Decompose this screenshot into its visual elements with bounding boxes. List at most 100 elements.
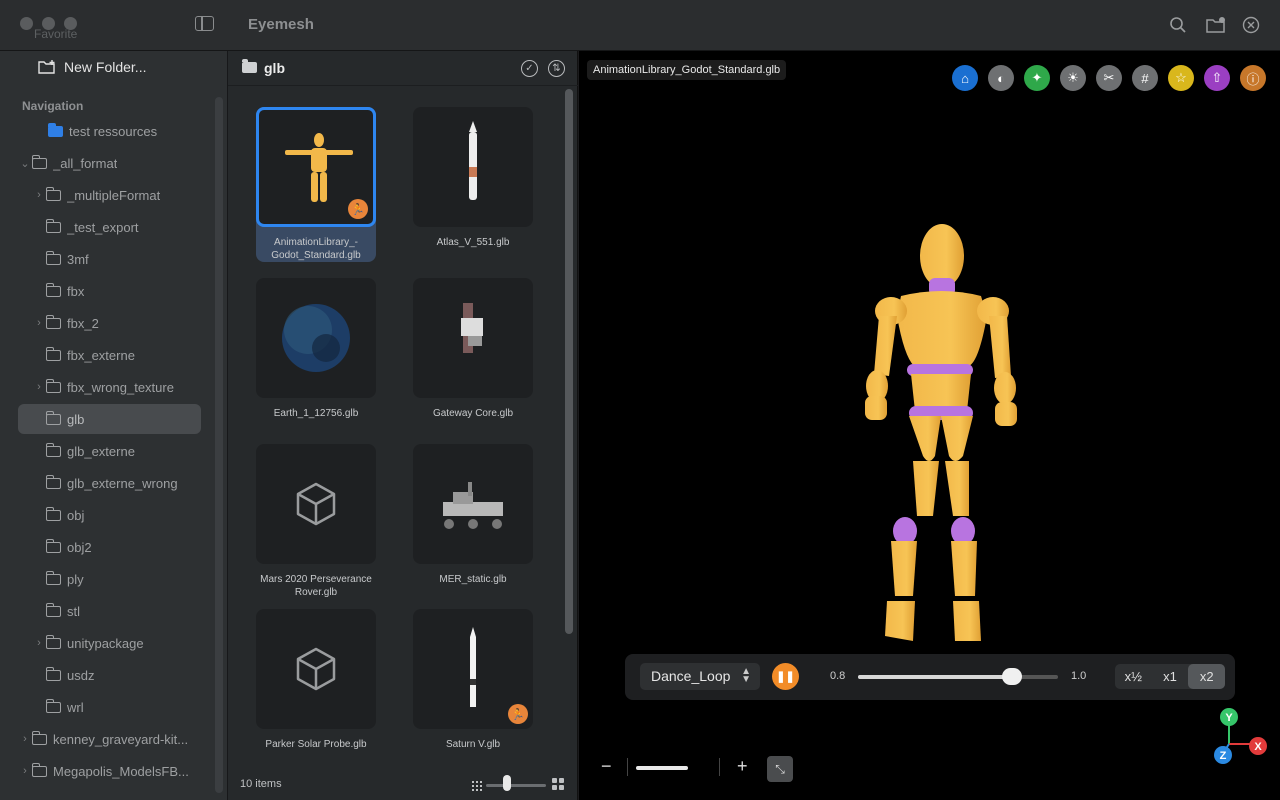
chevron-right-icon[interactable]: › xyxy=(32,317,46,329)
sidebar-item-stl[interactable]: stl xyxy=(18,596,201,626)
title-bar: Eyemesh xyxy=(0,0,1280,51)
animation-name: Dance_Loop xyxy=(651,668,731,684)
sidebar-item-obj2[interactable]: obj2 xyxy=(18,532,201,562)
sidebar-item-label: _multipleFormat xyxy=(67,187,161,203)
sidebar-item-ply[interactable]: ply xyxy=(18,564,201,594)
sidebar-item-fbx-externe[interactable]: fbx_externe xyxy=(18,340,201,370)
home-icon[interactable]: ⌂ xyxy=(952,65,978,91)
zoom-out-button[interactable]: − xyxy=(601,756,612,777)
sidebar-item-unitypackage[interactable]: › unitypackage xyxy=(18,628,201,658)
folder-icon xyxy=(46,538,61,553)
sidebar-item-usdz[interactable]: usdz xyxy=(18,660,201,690)
sidebar-toggle-icon[interactable] xyxy=(195,16,214,31)
folder-title: glb xyxy=(264,60,285,76)
pause-button[interactable]: ❚❚ xyxy=(772,663,799,690)
rate-button[interactable]: x1 xyxy=(1152,664,1189,689)
thumbnail-size-slider[interactable] xyxy=(486,784,546,787)
divider xyxy=(627,758,628,776)
file-name: Earth_1_12756.glb xyxy=(256,407,376,420)
sidebar-item-obj[interactable]: obj xyxy=(18,500,201,530)
speed-slider-fill xyxy=(858,675,1012,679)
sidebar-item--multipleformat[interactable]: › _multipleFormat xyxy=(18,180,201,210)
folder-icon xyxy=(46,474,61,489)
navigation-heading: Navigation xyxy=(22,99,84,113)
scissors-icon[interactable]: ✂ xyxy=(1096,65,1122,91)
search-icon[interactable] xyxy=(1167,14,1189,36)
add-folder-icon[interactable] xyxy=(1205,14,1227,36)
sidebar-item--all-format[interactable]: ⌄ _all_format xyxy=(18,148,201,178)
axis-gizmo: Y X Z xyxy=(1214,708,1267,764)
fit-view-button[interactable]: ⤡ xyxy=(767,756,793,782)
pin-icon[interactable]: ✦ xyxy=(1024,65,1050,91)
sidebar-item-3mf[interactable]: 3mf xyxy=(18,244,201,274)
close-window-button[interactable] xyxy=(20,17,33,30)
sidebar-item-kenney-graveyard-kit-[interactable]: › kenney_graveyard-kit... xyxy=(18,724,201,754)
grid-icon[interactable]: # xyxy=(1132,65,1158,91)
zoom-slider[interactable] xyxy=(636,766,688,770)
large-grid-icon[interactable] xyxy=(552,778,564,793)
sidebar-item-glb[interactable]: glb xyxy=(18,404,201,434)
select-check-icon[interactable]: ✓ xyxy=(521,60,538,77)
file-name: MER_static.glb xyxy=(413,573,533,586)
chevron-right-icon[interactable]: › xyxy=(32,637,46,649)
sidebar-item-label: obj xyxy=(67,507,85,523)
info-icon[interactable]: ⓘ xyxy=(1240,65,1266,91)
thumbnail-size-knob[interactable] xyxy=(503,775,511,791)
axis-y-label: Y xyxy=(1225,712,1233,724)
file-item[interactable]: Earth_1_12756.glb xyxy=(256,278,376,420)
close-icon[interactable] xyxy=(1240,14,1262,36)
file-item[interactable]: Parker Solar Probe.glb xyxy=(256,609,376,751)
sidebar-item-glb-externe-wrong[interactable]: glb_externe_wrong xyxy=(18,468,201,498)
sidebar-item-label: 3mf xyxy=(67,251,89,267)
file-name-line: Parker Solar Probe.glb xyxy=(265,739,367,750)
file-name: Atlas_V_551.glb xyxy=(413,236,533,249)
browser-scrollbar[interactable] xyxy=(565,89,573,634)
folder-icon xyxy=(46,442,61,457)
sidebar-item-megapolis-modelsfb-[interactable]: › Megapolis_ModelsFB... xyxy=(18,756,201,786)
file-thumbnail: 🏃 xyxy=(413,609,533,729)
file-item[interactable]: 🏃 Saturn V.glb xyxy=(413,609,533,751)
animation-select[interactable]: Dance_Loop ▲ ▼ xyxy=(640,663,760,690)
chevron-up-down-icon: ▲ ▼ xyxy=(741,666,751,685)
speed-slider-knob[interactable] xyxy=(1002,668,1022,685)
chevron-right-icon[interactable]: › xyxy=(18,765,32,777)
file-name-line: Godot_Standard.glb xyxy=(271,250,361,261)
sun-icon[interactable]: ☀ xyxy=(1060,65,1086,91)
file-item[interactable]: 🏃 AnimationLibrary_- Godot_Standard.glb xyxy=(256,107,376,262)
folder-icon xyxy=(46,506,61,521)
file-name: Gateway Core.glb xyxy=(413,407,533,420)
3d-viewer[interactable]: AnimationLibrary_Godot_Standard.glb ⌂ ◐ ✦ ☀… xyxy=(579,51,1280,800)
file-name: AnimationLibrary_- Godot_Standard.glb xyxy=(256,236,376,262)
sidebar-item-label: glb_externe_wrong xyxy=(67,475,178,491)
sidebar-item-fbx-wrong-texture[interactable]: › fbx_wrong_texture xyxy=(18,372,201,402)
zoom-in-button[interactable]: + xyxy=(737,756,748,777)
chevron-right-icon[interactable]: › xyxy=(18,733,32,745)
sidebar-item-fbx[interactable]: fbx xyxy=(18,276,201,306)
file-item[interactable]: Gateway Core.glb xyxy=(413,278,533,420)
new-folder-button[interactable]: New Folder... xyxy=(38,59,146,75)
chevron-right-icon[interactable]: › xyxy=(32,381,46,393)
file-item[interactable]: Atlas_V_551.glb xyxy=(413,107,533,249)
pause-icon: ❚❚ xyxy=(776,671,795,683)
star-icon[interactable]: ☆ xyxy=(1168,65,1194,91)
sidebar-scrollbar[interactable] xyxy=(215,97,223,793)
share-icon[interactable]: ⇧ xyxy=(1204,65,1230,91)
sidebar-item-test-ressources[interactable]: test ressources xyxy=(18,116,201,146)
sort-icon[interactable]: ⇅ xyxy=(548,60,565,77)
sidebar-item-label: ply xyxy=(67,571,84,587)
chevron-down-icon[interactable]: ⌄ xyxy=(18,157,32,170)
axis-x-label: X xyxy=(1254,741,1262,753)
sidebar-item-wrl[interactable]: wrl xyxy=(18,692,201,722)
small-grid-icon[interactable] xyxy=(472,779,482,794)
file-item[interactable]: MER_static.glb xyxy=(413,444,533,586)
sidebar-item--test-export[interactable]: _test_export xyxy=(18,212,201,242)
sidebar-item-fbx-2[interactable]: › fbx_2 xyxy=(18,308,201,338)
rate-button[interactable]: x½ xyxy=(1115,664,1152,689)
chevron-right-icon[interactable]: › xyxy=(32,189,46,201)
zoom-controls: − + ⤡ xyxy=(601,756,801,782)
contrast-icon[interactable]: ◐ xyxy=(988,65,1014,91)
sidebar-item-glb-externe[interactable]: glb_externe xyxy=(18,436,201,466)
rate-button[interactable]: x2 xyxy=(1188,664,1226,689)
file-item[interactable]: Mars 2020 Perseverance Rover.glb xyxy=(256,444,376,599)
speed-slider[interactable] xyxy=(858,675,1058,679)
